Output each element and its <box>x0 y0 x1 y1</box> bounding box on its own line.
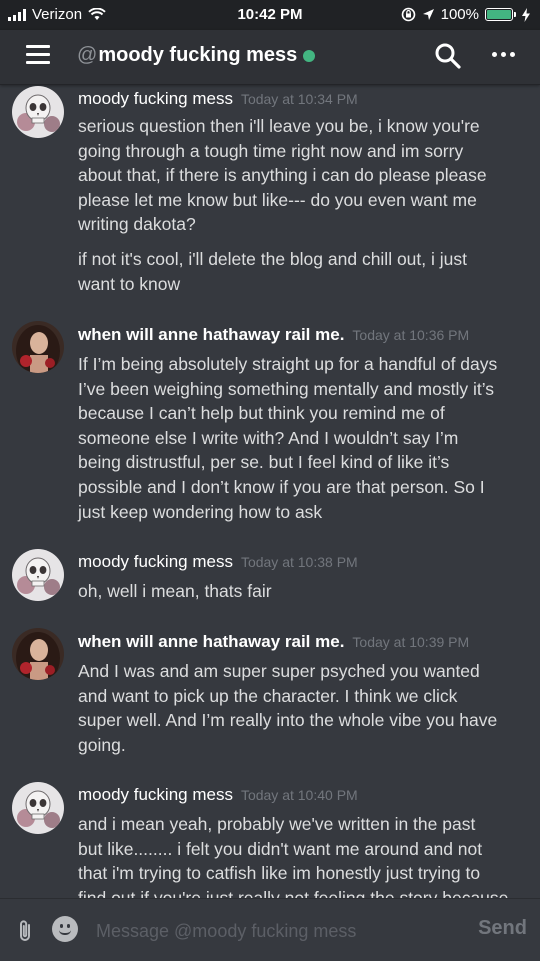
message-list[interactable]: moody fucking mess Today at 10:34 PM seri… <box>0 85 540 898</box>
avatar[interactable] <box>12 782 64 834</box>
message-author[interactable]: moody fucking mess Today at 10:34 PM <box>78 89 358 109</box>
at-symbol: @ <box>77 44 98 66</box>
message-text: and i mean yeah, probably we've written … <box>78 814 509 898</box>
send-button[interactable]: Send <box>478 917 527 940</box>
status-bar: Verizon 10:42 PM 100% <box>0 0 540 30</box>
channel-header: @ moody fucking mess <box>0 30 540 85</box>
hamburger-menu-icon[interactable] <box>26 45 50 65</box>
message-author[interactable]: when will anne hathaway rail me. Today at… <box>78 325 469 345</box>
attachment-icon[interactable] <box>16 919 36 943</box>
message-author[interactable]: moody fucking mess Today at 10:38 PM <box>78 552 358 572</box>
emoji-icon[interactable] <box>52 916 78 942</box>
message-input[interactable] <box>94 917 468 945</box>
message-text: serious question then i'll leave you be,… <box>78 116 487 235</box>
message-timestamp: Today at 10:38 PM <box>240 554 358 570</box>
message-timestamp: Today at 10:39 PM <box>352 634 470 650</box>
battery-icon <box>485 8 513 21</box>
avatar[interactable] <box>12 86 64 138</box>
avatar[interactable] <box>12 628 64 680</box>
battery-percent: 100% <box>440 6 479 23</box>
orientation-lock-icon <box>401 7 415 22</box>
charging-icon <box>522 7 530 22</box>
message-text: if not it's cool, i'll delete the blog a… <box>78 249 467 294</box>
more-options-icon[interactable] <box>492 52 518 60</box>
message-timestamp: Today at 10:36 PM <box>352 327 470 343</box>
location-icon <box>422 9 434 20</box>
channel-name: moody fucking mess <box>98 44 298 66</box>
channel-title: @ moody fucking mess <box>77 44 316 67</box>
message-text: And I was and am super super psyched you… <box>78 661 498 755</box>
message-composer: Send <box>0 898 540 961</box>
message-author[interactable]: when will anne hathaway rail me. Today at… <box>78 632 469 652</box>
message-timestamp: Today at 10:40 PM <box>240 787 358 803</box>
avatar[interactable] <box>12 549 64 601</box>
message-timestamp: Today at 10:34 PM <box>240 91 358 107</box>
message-text: If I’m being absolutely straight up for … <box>78 354 498 522</box>
message-author[interactable]: moody fucking mess Today at 10:40 PM <box>78 785 358 805</box>
search-icon[interactable] <box>434 42 462 70</box>
message-text: oh, well i mean, thats fair <box>78 581 272 601</box>
online-status-icon <box>303 49 316 62</box>
avatar[interactable] <box>12 321 64 373</box>
